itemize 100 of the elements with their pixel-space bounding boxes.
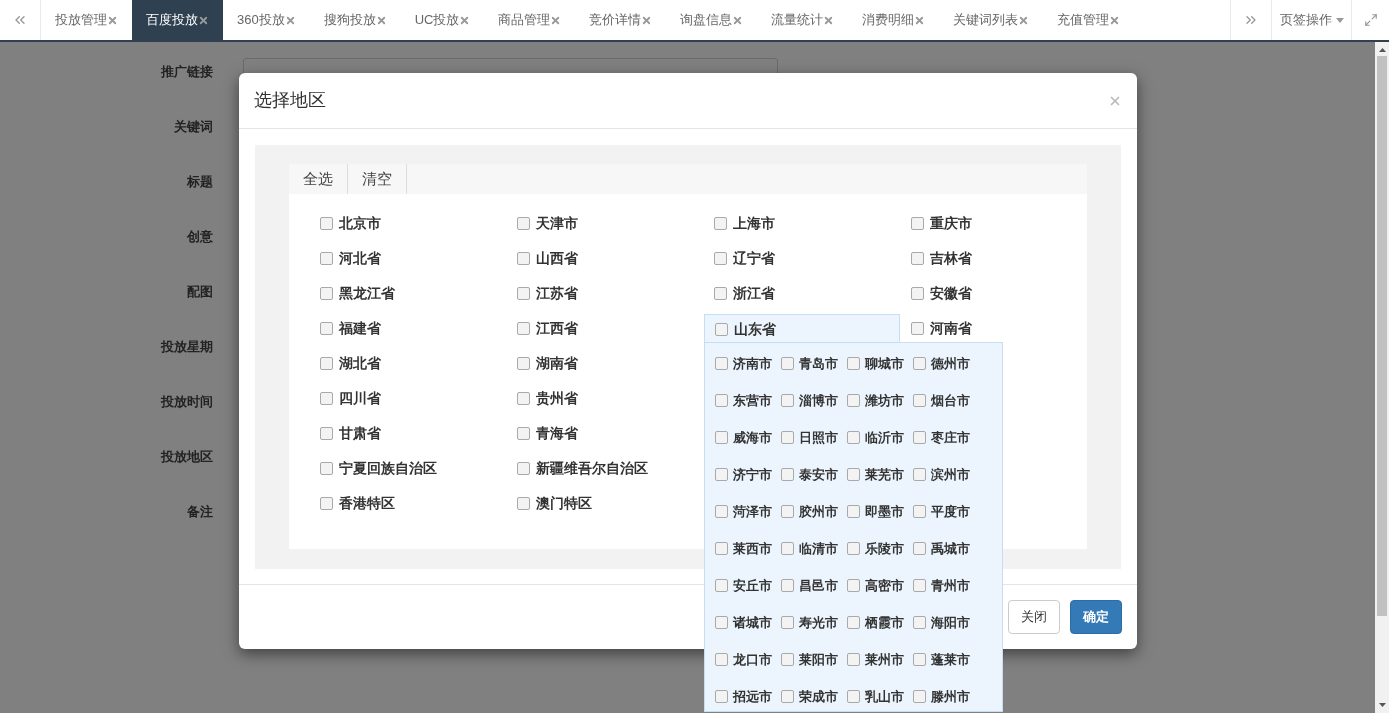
checkbox[interactable] (714, 217, 727, 230)
province-option[interactable]: 江西省 (507, 314, 704, 343)
checkbox[interactable] (847, 505, 860, 518)
province-option[interactable]: 天津市 (507, 209, 704, 238)
checkbox[interactable] (320, 287, 333, 300)
checkbox[interactable] (781, 690, 794, 703)
checkbox[interactable] (913, 690, 926, 703)
checkbox[interactable] (911, 287, 924, 300)
checkbox[interactable] (320, 392, 333, 405)
province-option[interactable]: 湖北省 (310, 349, 507, 378)
province-option[interactable]: 河南省 (901, 314, 1098, 343)
province-option[interactable]: 澳门特区 (507, 489, 704, 518)
province-option[interactable]: 香港特区 (310, 489, 507, 518)
province-option[interactable]: 重庆市 (901, 209, 1098, 238)
checkbox[interactable] (517, 217, 530, 230)
checkbox[interactable] (781, 542, 794, 555)
checkbox[interactable] (715, 542, 728, 555)
checkbox[interactable] (715, 505, 728, 518)
checkbox[interactable] (320, 462, 333, 475)
province-option[interactable]: 宁夏回族自治区 (310, 454, 507, 483)
checkbox[interactable] (320, 252, 333, 265)
checkbox[interactable] (913, 505, 926, 518)
province-option[interactable]: 安徽省 (901, 279, 1098, 308)
scrollbar[interactable] (1375, 42, 1389, 713)
checkbox[interactable] (715, 431, 728, 444)
province-option[interactable]: 浙江省 (704, 279, 901, 308)
checkbox[interactable] (847, 579, 860, 592)
checkbox[interactable] (913, 542, 926, 555)
checkbox[interactable] (715, 579, 728, 592)
checkbox[interactable] (781, 616, 794, 629)
dialog-button[interactable]: 关闭 (1008, 600, 1060, 634)
checkbox[interactable] (517, 427, 530, 440)
tab-actions-dropdown[interactable]: 页签操作 (1271, 0, 1351, 40)
checkbox[interactable] (320, 322, 333, 335)
checkbox[interactable] (913, 616, 926, 629)
checkbox[interactable] (911, 322, 924, 335)
checkbox[interactable] (320, 357, 333, 370)
province-label: 江苏省 (536, 284, 578, 303)
checkbox[interactable] (320, 497, 333, 510)
province-option[interactable]: 吉林省 (901, 244, 1098, 273)
checkbox[interactable] (320, 217, 333, 230)
checkbox[interactable] (714, 252, 727, 265)
province-option[interactable]: 新疆维吾尔自治区 (507, 454, 704, 483)
checkbox[interactable] (781, 468, 794, 481)
city-label: 青州市 (931, 576, 970, 595)
province-option[interactable]: 辽宁省 (704, 244, 901, 273)
checkbox[interactable] (847, 394, 860, 407)
checkbox[interactable] (781, 431, 794, 444)
province-option[interactable]: 甘肃省 (310, 419, 507, 448)
checkbox[interactable] (847, 542, 860, 555)
checkbox[interactable] (913, 468, 926, 481)
province-option[interactable]: 江苏省 (507, 279, 704, 308)
checkbox[interactable] (715, 653, 728, 666)
checkbox[interactable] (715, 468, 728, 481)
checkbox[interactable] (847, 690, 860, 703)
checkbox[interactable] (911, 252, 924, 265)
checkbox[interactable] (715, 616, 728, 629)
checkbox[interactable] (715, 357, 728, 370)
checkbox[interactable] (911, 217, 924, 230)
checkbox[interactable] (847, 431, 860, 444)
checkbox[interactable] (781, 653, 794, 666)
checkbox[interactable] (847, 357, 860, 370)
checkbox[interactable] (913, 394, 926, 407)
checkbox[interactable] (320, 427, 333, 440)
scrollbar-thumb[interactable] (1377, 56, 1387, 616)
checkbox[interactable] (714, 287, 727, 300)
checkbox[interactable] (517, 462, 530, 475)
province-option[interactable]: 福建省 (310, 314, 507, 343)
checkbox[interactable] (781, 579, 794, 592)
province-option[interactable]: 青海省 (507, 419, 704, 448)
checkbox[interactable] (913, 653, 926, 666)
province-option[interactable]: 湖南省 (507, 349, 704, 378)
checkbox[interactable] (781, 505, 794, 518)
dialog-button[interactable]: 确定 (1070, 600, 1122, 634)
province-option[interactable]: 河北省 (310, 244, 507, 273)
province-option[interactable]: 黑龙江省 (310, 279, 507, 308)
checkbox[interactable] (517, 322, 530, 335)
checkbox[interactable] (847, 616, 860, 629)
checkbox[interactable] (913, 431, 926, 444)
checkbox[interactable] (847, 468, 860, 481)
province-option[interactable]: 上海市 (704, 209, 901, 238)
checkbox[interactable] (913, 579, 926, 592)
checkbox[interactable] (517, 287, 530, 300)
checkbox[interactable] (847, 653, 860, 666)
checkbox[interactable] (781, 394, 794, 407)
checkbox[interactable] (715, 690, 728, 703)
checkbox[interactable] (913, 357, 926, 370)
checkbox[interactable] (517, 392, 530, 405)
checkbox[interactable] (715, 394, 728, 407)
province-option[interactable]: 北京市 (310, 209, 507, 238)
checkbox[interactable] (781, 357, 794, 370)
page-tab[interactable]: 百度投放 (132, 0, 223, 40)
checkbox[interactable] (517, 497, 530, 510)
province-option[interactable]: 贵州省 (507, 384, 704, 413)
checkbox[interactable] (517, 357, 530, 370)
province-option[interactable]: 山西省 (507, 244, 704, 273)
checkbox[interactable] (715, 322, 728, 336)
checkbox[interactable] (517, 252, 530, 265)
province-option[interactable]: 四川省 (310, 384, 507, 413)
province-option[interactable]: 山东省 (704, 314, 900, 343)
